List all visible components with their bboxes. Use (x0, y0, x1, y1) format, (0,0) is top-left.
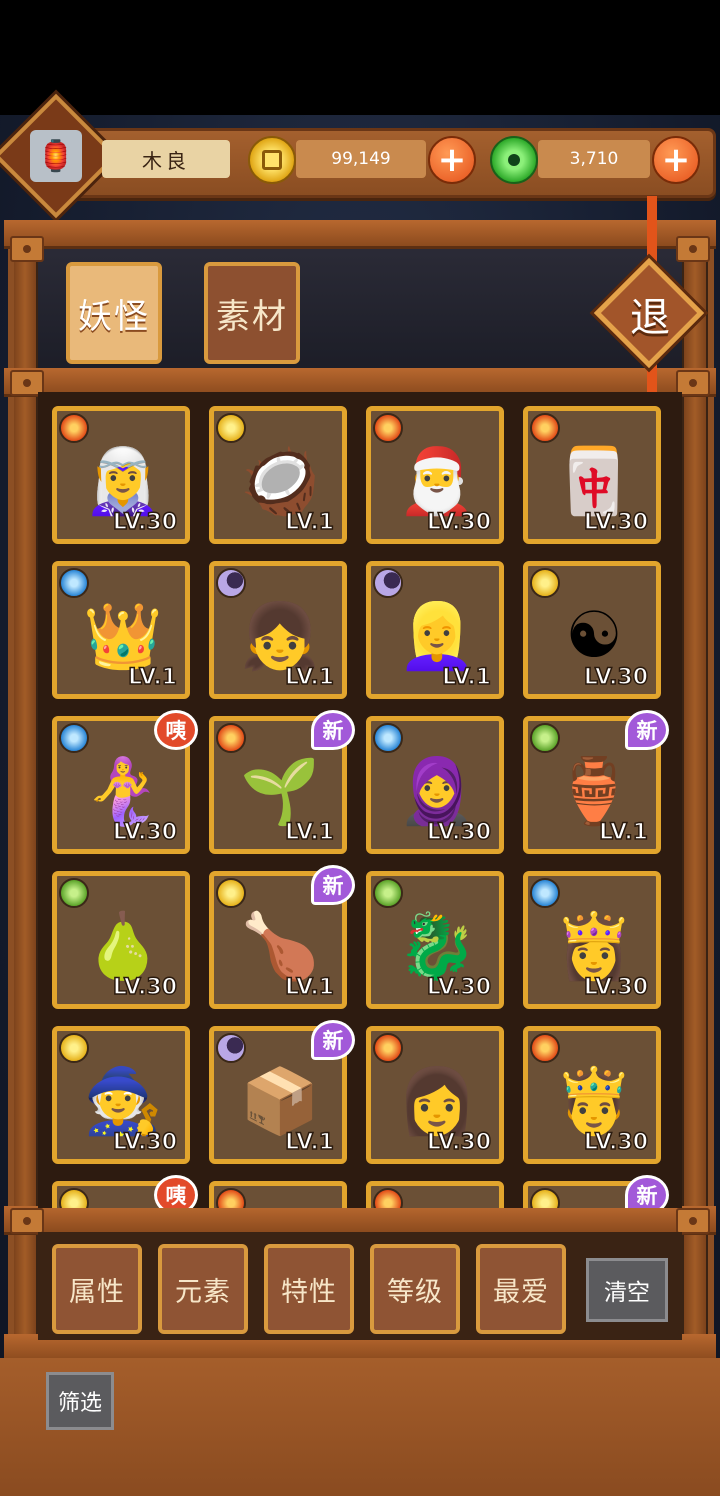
yokai-card[interactable]: 🎅 LV.30 (366, 406, 504, 544)
yokai-level: LV.30 (426, 819, 492, 846)
yokai-card[interactable]: 🤴 LV.30 (523, 1026, 661, 1164)
fire-element-icon (373, 413, 403, 443)
fire-element-icon (530, 1033, 560, 1063)
fire-element-icon (530, 413, 560, 443)
yokai-card[interactable]: 🧙 LV.30 (52, 1026, 190, 1164)
yokai-card[interactable]: 🐉 LV.30 (366, 871, 504, 1009)
yokai-level: LV.1 (284, 509, 334, 536)
yokai-level: LV.30 (112, 1129, 178, 1156)
nail (676, 236, 710, 262)
fire-element-icon (373, 1188, 403, 1208)
water-element-icon (530, 878, 560, 908)
sun-element-icon (530, 568, 560, 598)
yokai-level: LV.1 (598, 819, 648, 846)
filter-element-button[interactable]: 元素 (158, 1244, 248, 1334)
gold-coin-icon (248, 136, 296, 184)
leaf-element-icon (530, 723, 560, 753)
yokai-card[interactable]: 🧕 LV.30 (366, 716, 504, 854)
screen-button[interactable]: 筛选 (46, 1372, 114, 1430)
yokai-card[interactable]: 🧝‍♀️ LV.30 (52, 406, 190, 544)
yokai-card[interactable]: 👑 LV.1 (52, 561, 190, 699)
yokai-level: LV.30 (583, 509, 649, 536)
yokai-level: LV.1 (127, 664, 177, 691)
yokai-level: LV.30 (583, 664, 649, 691)
yokai-level: LV.30 (112, 819, 178, 846)
yokai-level: LV.30 (112, 509, 178, 536)
sun-element-icon (216, 878, 246, 908)
add-jade-button[interactable]: + (652, 136, 700, 184)
filter-favorite-button[interactable]: 最爱 (476, 1244, 566, 1334)
lower-beam (4, 1206, 716, 1235)
yokai-card[interactable]: 🥥 LV.1 (209, 406, 347, 544)
yokai-grid[interactable]: 🧝‍♀️ LV.30 🥥 LV.1 🎅 LV.30 🀄 LV.30 👑 LV.1 👧 LV.1 👱‍♀️… (38, 392, 682, 1208)
yokai-level: LV.1 (284, 664, 334, 691)
fire-element-icon (216, 723, 246, 753)
moon-element-icon (216, 568, 246, 598)
yokai-card[interactable] (209, 1181, 347, 1208)
leaf-element-icon (373, 878, 403, 908)
nail (10, 1208, 44, 1234)
fire-element-icon (373, 1033, 403, 1063)
yokai-level: LV.1 (441, 664, 491, 691)
moon-element-icon (373, 568, 403, 598)
water-element-icon (59, 723, 89, 753)
sun-element-icon (59, 1033, 89, 1063)
yokai-level: LV.1 (284, 819, 334, 846)
yokai-card[interactable]: 👱‍♀️ LV.1 (366, 561, 504, 699)
fire-element-icon (59, 413, 89, 443)
yokai-card[interactable]: 👧 LV.1 (209, 561, 347, 699)
jade-coin-icon (490, 136, 538, 184)
lantern-icon[interactable]: 🏮 (30, 130, 82, 182)
yokai-card[interactable] (366, 1181, 504, 1208)
top-beam (4, 220, 716, 249)
yokai-card[interactable]: 👩 LV.30 (366, 1026, 504, 1164)
yokai-level: LV.30 (583, 974, 649, 1001)
new-badge: 新 (311, 710, 355, 750)
yokai-level: LV.30 (426, 974, 492, 1001)
leaf-element-icon (59, 878, 89, 908)
sun-element-icon (530, 1188, 560, 1208)
clear-button[interactable]: 清空 (586, 1258, 668, 1322)
yokai-level: LV.1 (284, 1129, 334, 1156)
water-element-icon (59, 568, 89, 598)
sun-element-icon (59, 1188, 89, 1208)
exit-tassel-top (647, 196, 657, 262)
nail (10, 236, 44, 262)
filter-level-button[interactable]: 等级 (370, 1244, 460, 1334)
yokai-level: LV.1 (284, 974, 334, 1001)
gold-amount: 99,149 (296, 140, 426, 178)
yokai-level: LV.30 (426, 1129, 492, 1156)
new-badge: 新 (625, 710, 669, 750)
tab-materials[interactable]: 素材 (204, 262, 300, 364)
yokai-level: LV.30 (583, 1129, 649, 1156)
exit-label: 退 (630, 295, 670, 341)
new-badge: 新 (311, 865, 355, 905)
player-name: 木良 (102, 140, 230, 178)
add-gold-button[interactable]: + (428, 136, 476, 184)
new-badge: 新 (311, 1020, 355, 1060)
alert-badge: 咦 (154, 1175, 198, 1208)
moon-element-icon (216, 1033, 246, 1063)
tab-yokai[interactable]: 妖怪 (66, 262, 162, 364)
yokai-card[interactable]: ☯ LV.30 (523, 561, 661, 699)
fire-element-icon (216, 1188, 246, 1208)
alert-badge: 咦 (154, 710, 198, 750)
nail (676, 1208, 710, 1234)
yokai-level: LV.30 (426, 509, 492, 536)
yokai-card[interactable]: 🍐 LV.30 (52, 871, 190, 1009)
yokai-card[interactable]: 👸 LV.30 (523, 871, 661, 1009)
filter-trait-button[interactable]: 特性 (264, 1244, 354, 1334)
yokai-card[interactable]: 🀄 LV.30 (523, 406, 661, 544)
sun-element-icon (216, 413, 246, 443)
jade-amount: 3,710 (538, 140, 650, 178)
exit-button[interactable]: 退 (593, 257, 705, 369)
new-badge: 新 (625, 1175, 669, 1208)
yokai-level: LV.30 (112, 974, 178, 1001)
filter-attribute-button[interactable]: 属性 (52, 1244, 142, 1334)
water-element-icon (373, 723, 403, 753)
